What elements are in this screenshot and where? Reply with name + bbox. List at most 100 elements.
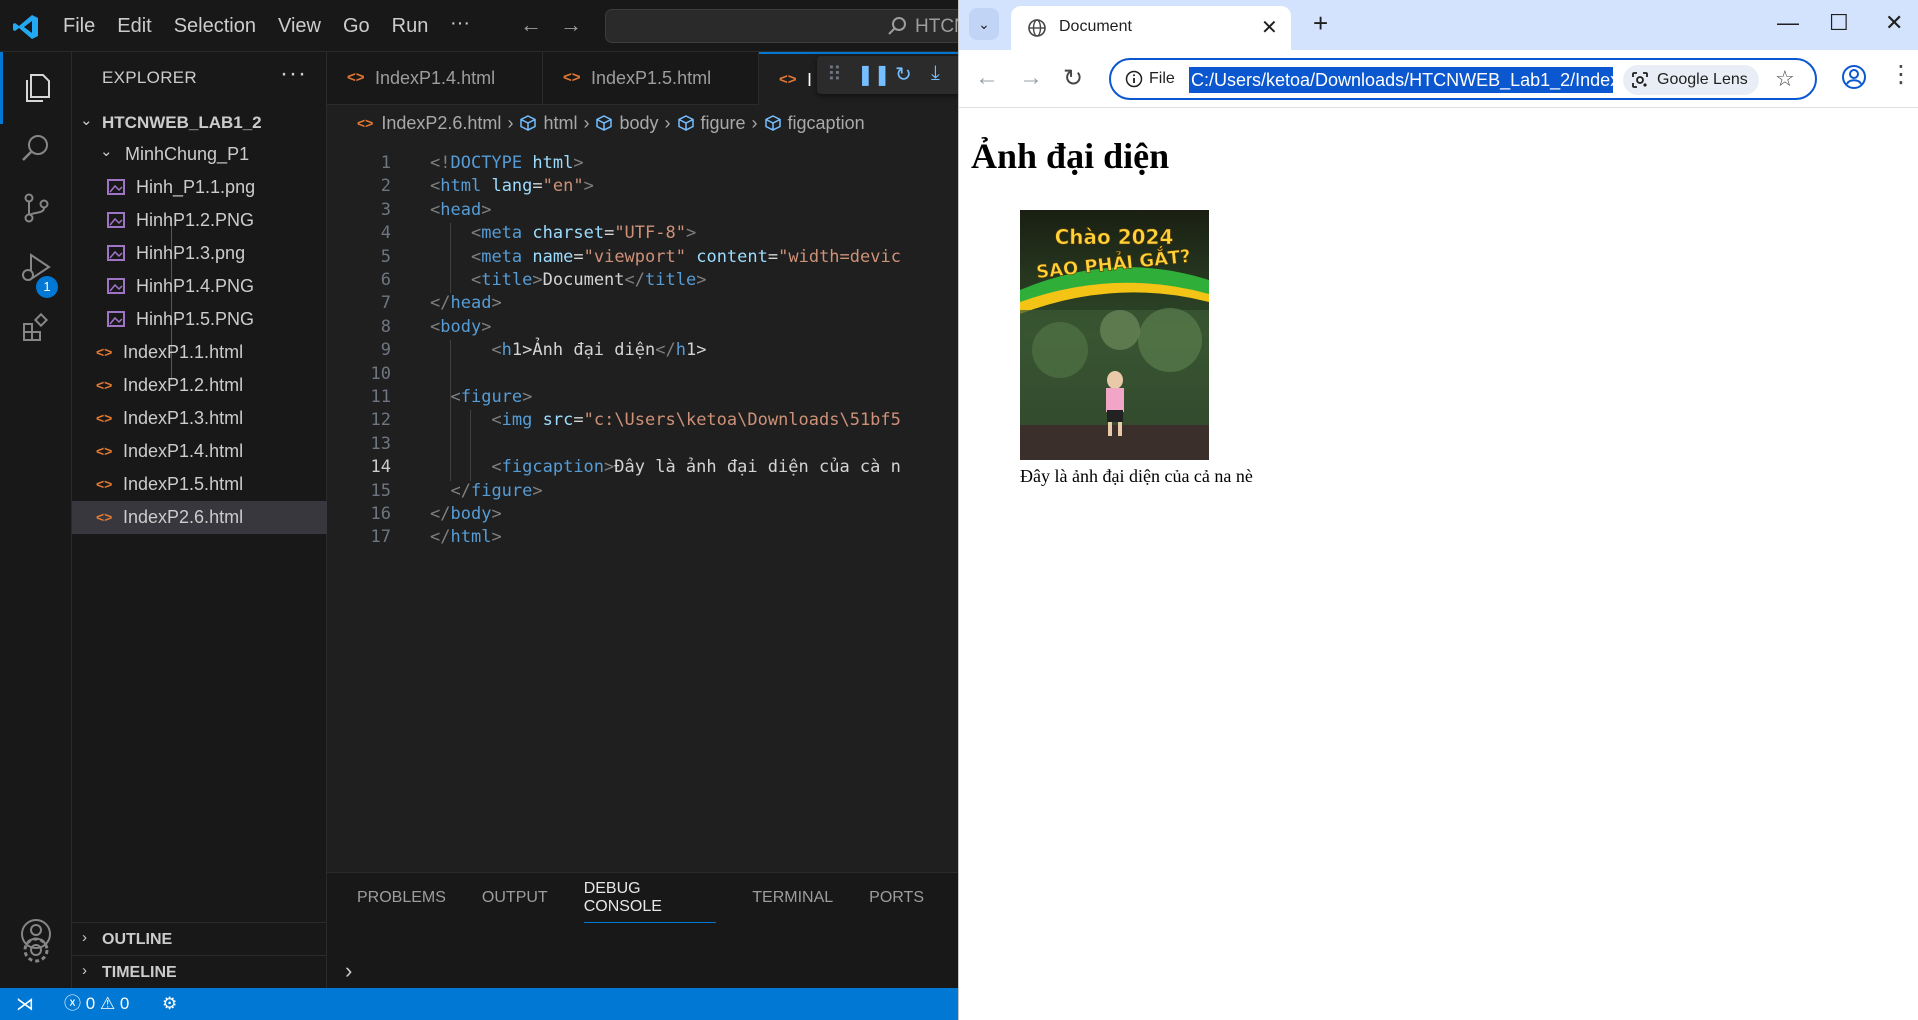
info-icon[interactable] (1125, 70, 1143, 88)
breadcrumb-body[interactable]: body (595, 113, 659, 134)
tab-indexp1-4[interactable]: <> IndexP1.4.html (327, 52, 543, 105)
code-line[interactable]: <figcaption>Đây là ảnh đại diện của cà n (430, 457, 900, 477)
close-window-icon[interactable]: ✕ (1885, 10, 1903, 36)
step-over-icon[interactable]: ↻ (895, 62, 912, 87)
html-file-icon: <> (779, 71, 797, 88)
panel-tab-terminal[interactable]: TERMINAL (752, 883, 833, 913)
close-tab-icon[interactable]: ✕ (1261, 15, 1278, 40)
explorer-title: EXPLORER (102, 68, 197, 87)
breadcrumb-figcaption[interactable]: figcaption (764, 113, 865, 134)
page-viewport: Ảnh đại diện Chào 2024 SAO PHẢI GẮT? Đây… (959, 108, 1918, 1020)
debug-launch-icon[interactable]: ⚙ (162, 988, 177, 1020)
image-text-line1: Chào 2024 (1055, 225, 1174, 249)
tab-label: IndexP1.5.html (591, 68, 712, 88)
address-bar[interactable]: File C:/Users/ketoa/Downloads/HTCNWEB_La… (1109, 58, 1817, 100)
breadcrumb-file[interactable]: <> IndexP2.6.html (357, 113, 501, 134)
reload-icon[interactable]: ↻ (1063, 64, 1083, 93)
menu-view[interactable]: View (278, 15, 321, 38)
chrome-window: ⌄ Document ✕ + — ☐ ✕ ← → ↻ File C:/Users… (958, 0, 1918, 1020)
root-folder[interactable]: ⌄ HTCNWEB_LAB1_2 (72, 108, 327, 138)
tree-item[interactable]: HinhP1.4.PNG (72, 270, 327, 303)
code-line[interactable]: <img src="c:\Users\ketoa\Downloads\51bf5 (430, 410, 900, 430)
code-line[interactable]: </html> (430, 527, 502, 547)
remote-icon[interactable]: ⋊ (0, 988, 50, 1020)
manage-activity[interactable] (0, 970, 72, 988)
tree-item[interactable]: Hinh_P1.1.png (72, 171, 327, 204)
code-editor[interactable]: 1 <!DOCTYPE html> 2 <html lang="en"> 3 <head>… (327, 141, 960, 701)
tree-item[interactable]: <> IndexP1.5.html (72, 468, 327, 501)
url-text[interactable]: C:/Users/ketoa/Downloads/HTCNWEB_Lab1_2/… (1189, 67, 1613, 93)
tree-item-selected[interactable]: <> IndexP2.6.html (72, 501, 327, 534)
menu-file[interactable]: File (63, 15, 95, 38)
tree-folder-minhchung[interactable]: ⌄ MinhChung_P1 (72, 138, 327, 171)
tree-item[interactable]: <> IndexP1.3.html (72, 402, 327, 435)
code-line[interactable]: </figure> (430, 481, 542, 501)
tree-item[interactable]: <> IndexP1.1.html (72, 336, 327, 369)
problems-status[interactable]: ⓧ 0 ⚠ 0 (64, 988, 129, 1020)
code-line[interactable]: <html lang="en"> (430, 176, 594, 196)
forward-arrow-icon[interactable]: → (560, 12, 582, 38)
warning-icon: ⚠ (99, 994, 116, 1013)
panel-tab-ports[interactable]: PORTS (869, 883, 924, 913)
code-line[interactable]: </head> (430, 293, 502, 313)
more-vertical-icon[interactable]: ⋮ (1889, 60, 1913, 89)
chevron-right-icon: › (82, 929, 87, 946)
tree-item[interactable]: HinhP1.3.png (72, 237, 327, 270)
tree-item-label: IndexP1.4.html (123, 441, 244, 461)
bookmark-star-icon[interactable]: ☆ (1775, 66, 1795, 92)
code-line[interactable]: <body> (430, 317, 491, 337)
vscode-logo-icon[interactable] (11, 12, 41, 42)
new-tab-plus-icon[interactable]: + (1313, 8, 1328, 39)
google-lens-button[interactable]: Google Lens (1623, 65, 1759, 95)
code-line[interactable]: </body> (430, 504, 502, 524)
tree-item[interactable]: HinhP1.2.PNG (72, 204, 327, 237)
menu-edit[interactable]: Edit (117, 15, 151, 38)
image-file-icon (107, 179, 125, 195)
breadcrumb-html[interactable]: html (519, 113, 577, 134)
back-arrow-icon[interactable]: ← (975, 64, 999, 92)
menu-run[interactable]: Run (392, 15, 429, 38)
line-number: 16 (370, 504, 391, 524)
code-line[interactable]: <h1>Ảnh đại diện</h1> (430, 340, 706, 360)
code-line[interactable]: <!DOCTYPE html> (430, 153, 584, 173)
line-number: 12 (370, 410, 391, 431)
forward-arrow-icon[interactable]: → (1019, 64, 1043, 92)
tree-item-label: MinhChung_P1 (125, 144, 250, 164)
panel-tab-output[interactable]: OUTPUT (482, 883, 548, 913)
explorer-more-button[interactable]: ··· (280, 60, 307, 88)
browser-tab-document[interactable]: Document ✕ (1011, 6, 1291, 50)
back-arrow-icon[interactable]: ← (520, 12, 542, 38)
outline-section[interactable]: › OUTLINE (72, 922, 327, 955)
pause-icon[interactable]: ❚❚ (857, 62, 891, 87)
code-line[interactable]: <meta name="viewport" content="width=dev… (430, 247, 901, 267)
menu-more-button[interactable]: ··· (450, 12, 470, 35)
tree-item[interactable]: <> IndexP1.2.html (72, 369, 327, 402)
panel-tab-debug-console[interactable]: DEBUG CONSOLE (583, 874, 717, 923)
tree-item[interactable]: <> IndexP1.4.html (72, 435, 327, 468)
code-line[interactable]: <head> (430, 200, 491, 220)
panel-tab-problems[interactable]: PROBLEMS (357, 883, 446, 913)
tab-search-chevron-icon[interactable]: ⌄ (969, 8, 999, 40)
gear-icon[interactable] (18, 932, 54, 968)
profile-icon[interactable] (1841, 64, 1867, 90)
tab-indexp1-5[interactable]: <> IndexP1.5.html (543, 52, 759, 105)
menu-go[interactable]: Go (343, 15, 370, 38)
explorer-sidebar: EXPLORER ··· ⌄ HTCNWEB_LAB1_2 ⌄ MinhChun… (72, 52, 327, 988)
menu-selection[interactable]: Selection (174, 15, 256, 38)
debug-console-prompt-icon[interactable]: › (345, 958, 352, 984)
step-into-icon[interactable]: ⤓ (931, 62, 940, 85)
minimize-icon[interactable]: — (1777, 10, 1799, 36)
line-number: 8 (380, 316, 391, 337)
command-center[interactable]: HTCN (605, 9, 968, 43)
drag-handle-icon[interactable]: ⠿ (827, 62, 842, 87)
activity-bar: 1 (0, 52, 72, 988)
code-line[interactable]: <figure> (430, 387, 532, 407)
extensions-activity[interactable] (0, 292, 72, 364)
indent-guide (450, 340, 451, 481)
maximize-icon[interactable]: ☐ (1829, 10, 1849, 36)
tree-item[interactable]: HinhP1.5.PNG (72, 303, 327, 336)
timeline-section[interactable]: › TIMELINE (72, 955, 327, 988)
code-line[interactable]: <meta charset="UTF-8"> (430, 223, 696, 243)
breadcrumb-figure[interactable]: figure (677, 113, 746, 134)
code-line[interactable]: <title>Document</title> (430, 270, 707, 290)
